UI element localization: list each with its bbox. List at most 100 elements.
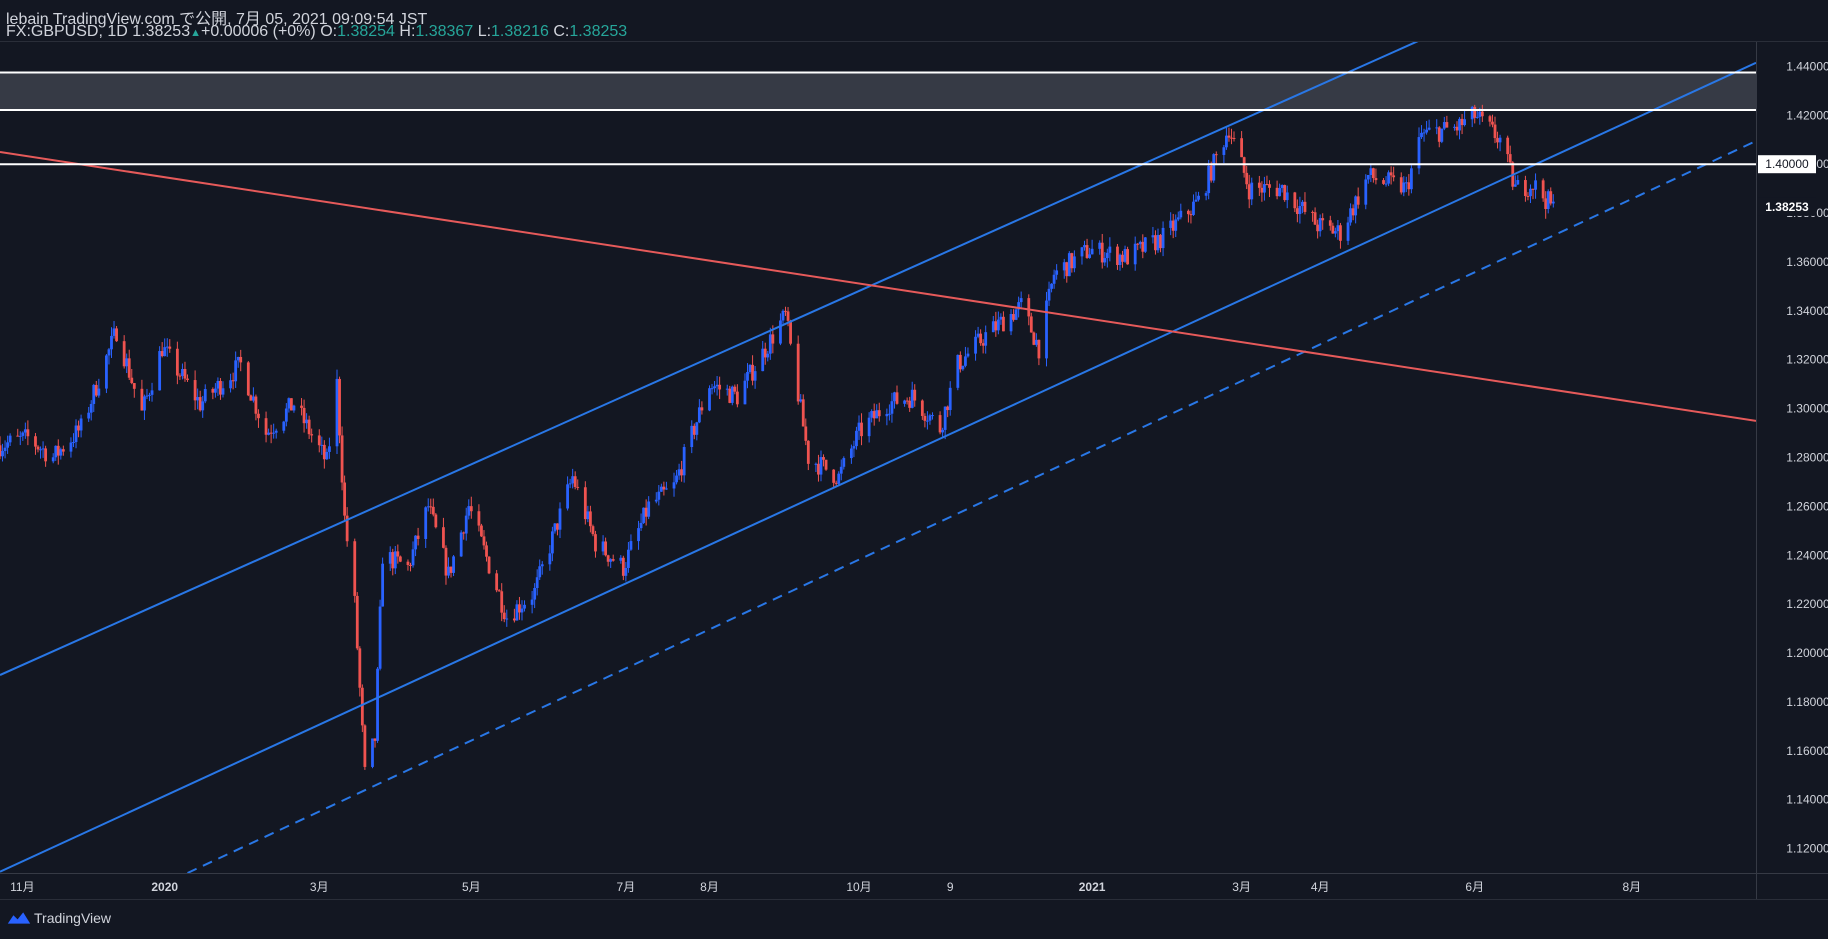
candle	[406, 559, 410, 571]
candle	[1275, 180, 1279, 200]
candle	[69, 437, 73, 458]
candle	[1301, 199, 1304, 214]
candle	[730, 385, 734, 406]
candle	[566, 476, 569, 511]
candle	[606, 554, 610, 567]
candle	[604, 537, 608, 557]
candle	[1080, 246, 1084, 265]
candle	[1250, 177, 1254, 206]
candle	[583, 481, 587, 525]
candle	[1346, 216, 1350, 245]
candle	[1047, 281, 1051, 306]
candle	[733, 384, 737, 395]
candle	[1549, 187, 1553, 206]
footer-brand[interactable]: TradingView	[6, 910, 111, 926]
candle	[160, 342, 164, 358]
candle	[659, 483, 663, 492]
candle	[234, 351, 238, 388]
candle	[888, 404, 891, 421]
candle	[1123, 245, 1127, 263]
candle	[1138, 240, 1142, 249]
candle	[1242, 156, 1246, 178]
candle	[819, 450, 823, 482]
candle	[132, 383, 136, 398]
candle	[1009, 309, 1013, 336]
candle	[1052, 269, 1056, 289]
candle	[1524, 175, 1527, 202]
price-chart[interactable]: 1.12000 1.14000 1.16000 1.18000 1.20000 1.220…	[0, 0, 1828, 939]
price-axis: 1.12000 1.14000 1.16000 1.18000 1.20000 1.220…	[1758, 59, 1828, 856]
price-tick-label: 1.22000	[1786, 597, 1828, 611]
candle	[981, 339, 985, 354]
tradingview-logo-icon	[7, 912, 31, 924]
candle	[1151, 226, 1155, 244]
candle	[112, 320, 116, 339]
candle	[817, 454, 820, 482]
candle	[345, 507, 349, 547]
candle	[1311, 210, 1314, 222]
candle	[708, 385, 711, 412]
candle	[1366, 174, 1370, 184]
candle	[231, 372, 235, 390]
candle	[1088, 247, 1091, 259]
candle	[956, 354, 960, 391]
candle	[1116, 243, 1119, 270]
candle	[1098, 240, 1102, 255]
candle	[284, 403, 288, 427]
candle	[695, 421, 699, 441]
candle	[1460, 114, 1464, 135]
candle	[718, 376, 722, 400]
candle	[36, 445, 40, 453]
candle	[1133, 236, 1137, 271]
candle	[535, 569, 539, 596]
candle	[875, 404, 879, 419]
candle	[1321, 213, 1325, 230]
candle	[1551, 194, 1555, 208]
candle	[1437, 126, 1441, 148]
candle	[1197, 191, 1200, 202]
candle	[148, 392, 151, 402]
candle	[115, 325, 118, 342]
candle	[1232, 131, 1236, 142]
candle	[654, 492, 658, 504]
candle	[502, 605, 506, 623]
candle	[1265, 175, 1269, 186]
time-tick-label: 6月	[1465, 880, 1484, 894]
candle	[1268, 180, 1271, 198]
candle	[1067, 251, 1071, 277]
candle	[1085, 238, 1089, 259]
candle	[553, 523, 557, 534]
candle	[1072, 250, 1076, 273]
candle	[325, 448, 329, 461]
candle	[213, 383, 217, 398]
candle	[946, 405, 950, 418]
candle	[426, 498, 430, 512]
candle	[766, 350, 770, 362]
candle	[586, 505, 590, 523]
candle	[895, 385, 899, 405]
candle	[355, 592, 359, 651]
candle	[799, 394, 803, 403]
candle	[629, 534, 633, 551]
candle	[1534, 173, 1537, 199]
candle	[130, 368, 134, 385]
candle	[520, 600, 524, 621]
candle	[672, 472, 676, 497]
candle	[964, 346, 967, 368]
candle	[398, 555, 402, 563]
candle	[186, 374, 189, 382]
candle	[393, 546, 397, 575]
candle	[961, 365, 965, 371]
candle	[1316, 219, 1320, 239]
candle	[675, 469, 678, 485]
price-tick-label: 1.16000	[1786, 744, 1828, 758]
candle	[97, 378, 101, 398]
candle	[391, 548, 395, 576]
candle	[1435, 119, 1439, 135]
candle	[885, 408, 889, 426]
candle	[662, 481, 666, 496]
candle	[1374, 168, 1378, 185]
candle	[806, 440, 810, 471]
candle	[867, 412, 871, 443]
candle	[568, 478, 572, 489]
